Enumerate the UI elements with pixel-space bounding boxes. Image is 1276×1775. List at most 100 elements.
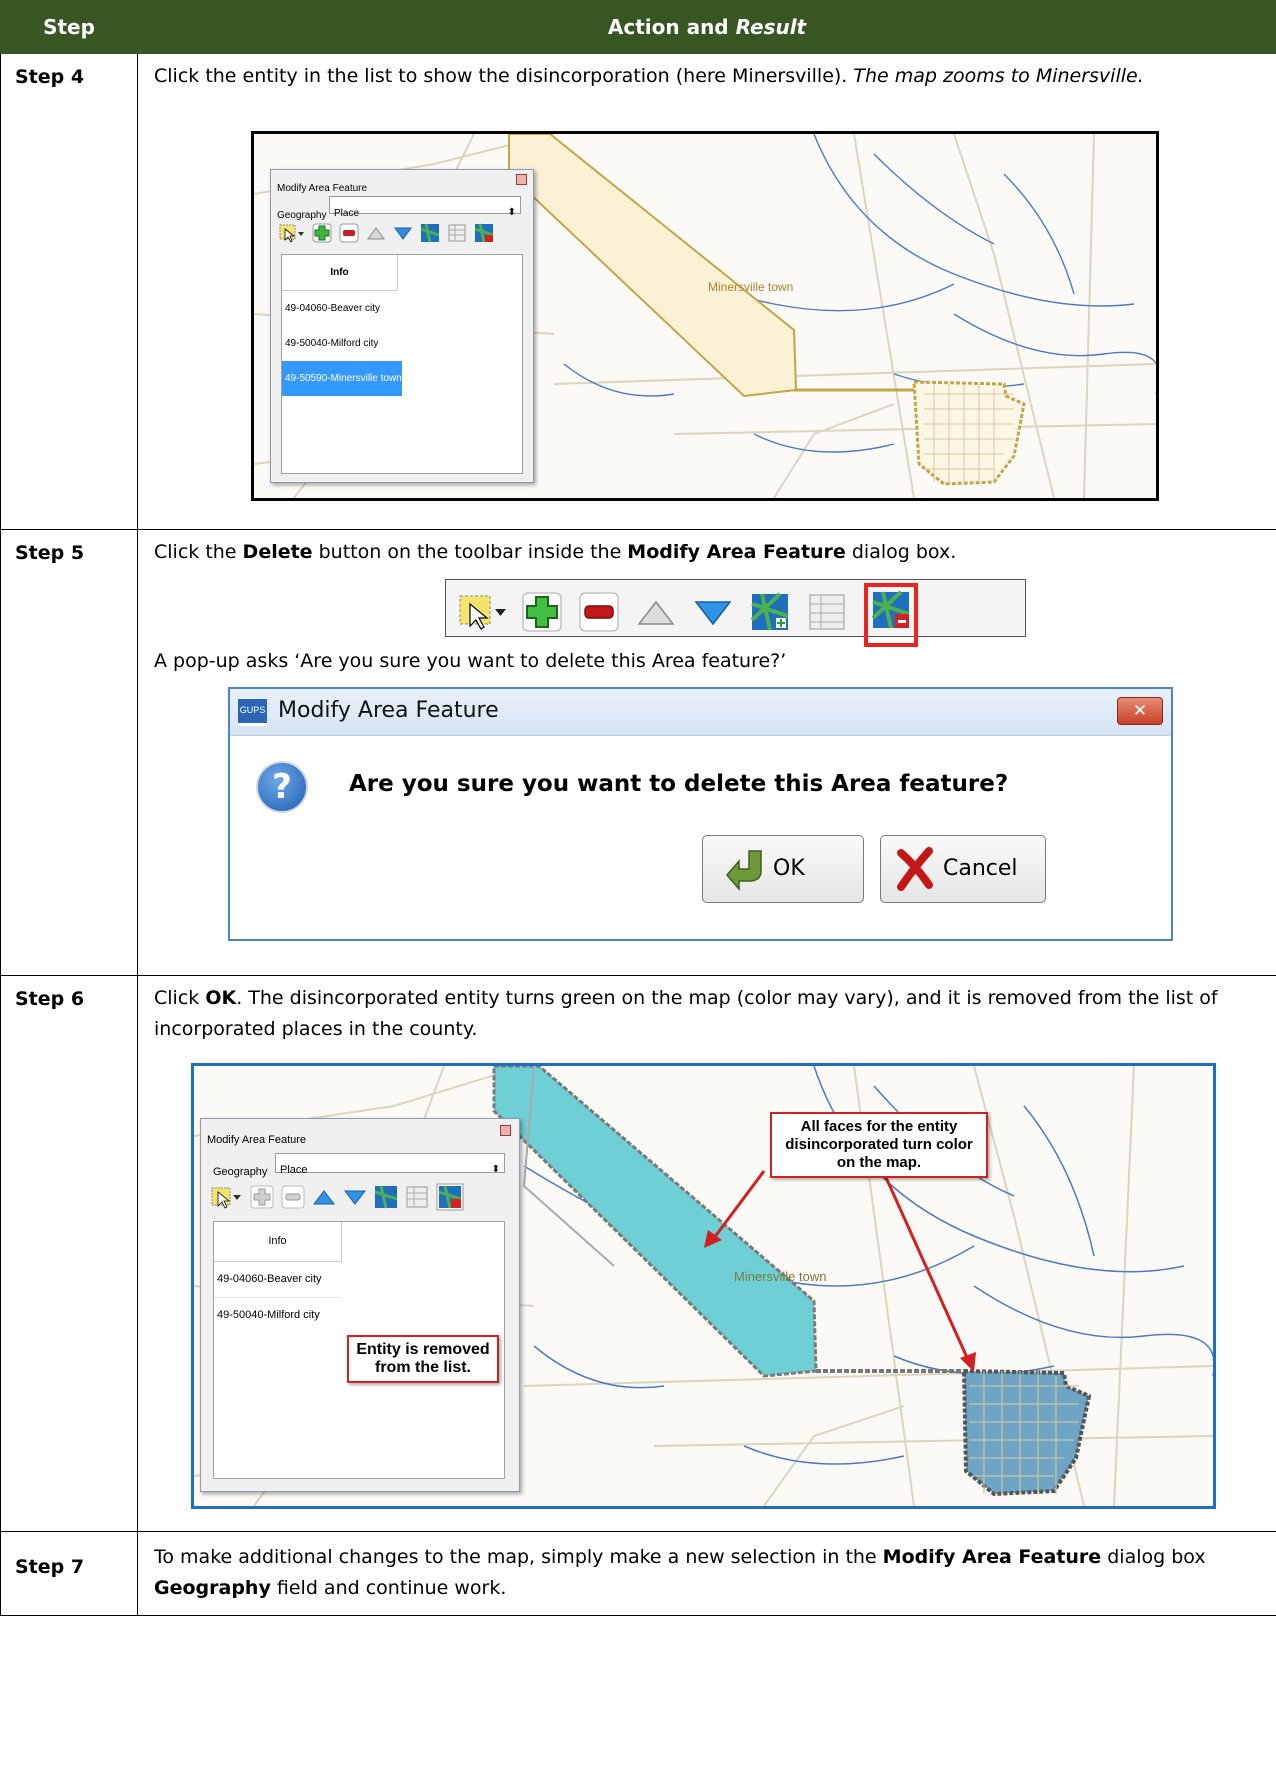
step-text-plain: dialog box.	[845, 541, 957, 563]
select-tool-icon[interactable]	[458, 592, 508, 642]
add-icon[interactable]	[250, 1185, 274, 1219]
map-place-label: Minersville town	[734, 1269, 827, 1284]
step-text-plain: Click	[154, 987, 206, 1009]
geography-select[interactable]: Place ⬍	[275, 1153, 505, 1176]
cancel-button[interactable]: Cancel	[880, 835, 1046, 903]
step-text-bold: Modify Area Feature	[627, 541, 846, 563]
step-text: Click the entity in the list to show the…	[154, 61, 1214, 131]
delete-area-icon[interactable]	[436, 1183, 464, 1221]
step-row-7: Step 7 To make additional changes to the…	[0, 1531, 1276, 1616]
list-item-selected[interactable]: 49-50590-Minersville town	[282, 361, 402, 396]
step-label: Step 4	[0, 53, 138, 530]
popup-intro-text: A pop-up asks ‘Are you sure you want to …	[154, 650, 787, 672]
geography-value: Place	[334, 208, 360, 219]
geography-select[interactable]: Place ⬍	[329, 196, 521, 219]
table-icon[interactable]	[807, 592, 847, 642]
popup-title: Modify Area Feature	[278, 698, 499, 723]
remove-icon[interactable]	[579, 592, 619, 642]
header-result-text: Result	[735, 15, 807, 39]
dialog-toolbar	[279, 222, 501, 253]
callout-removed: Entity is removed from the list.	[347, 1335, 499, 1383]
list-header-info: Info	[282, 255, 398, 291]
add-icon[interactable]	[312, 222, 332, 253]
callout-faces: All faces for the entity disincorporated…	[770, 1112, 988, 1178]
step-text: Click the Delete button on the toolbar i…	[154, 537, 1260, 568]
step-label: Step 7	[0, 1531, 138, 1616]
table-header-row: Step Action and Result	[0, 0, 1276, 54]
list-header-info: Info	[214, 1222, 342, 1262]
ok-arrow-icon	[726, 850, 762, 891]
step-row-5: Step 5 Click the Delete button on the to…	[0, 529, 1276, 976]
callout-arrow-town	[882, 1172, 971, 1363]
step-text-bold: Modify Area Feature	[882, 1546, 1102, 1568]
popup-question: Are you sure you want to delete this Are…	[349, 771, 1009, 797]
disincorporated-place-polygon[interactable]	[492, 1066, 818, 1378]
map-screenshot-after: Minersville town All faces for the entit…	[191, 1063, 1216, 1509]
close-icon[interactable]	[516, 174, 527, 185]
list-item[interactable]: 49-50040-Milford city	[282, 326, 522, 361]
remove-icon[interactable]	[339, 222, 359, 253]
move-down-icon[interactable]	[693, 592, 733, 642]
move-up-icon[interactable]	[636, 592, 676, 642]
step-text: To make additional changes to the map, s…	[154, 1542, 1234, 1604]
select-arrows-icon: ⬍	[507, 207, 516, 218]
procedure-table: Step Action and Result Step 4 Click the …	[0, 0, 1276, 1616]
minersville-place-polygon[interactable]	[508, 134, 798, 398]
modify-area-feature-dialog: Modify Area Feature Geography Place ⬍ In…	[270, 169, 534, 483]
popup-close-button[interactable]: ✕	[1117, 697, 1163, 725]
step-text: Click OK. The disincorporated entity tur…	[154, 983, 1244, 1053]
move-up-icon[interactable]	[312, 1185, 336, 1219]
toolbar-zoom	[445, 579, 1026, 647]
modify-area-feature-dialog: Modify Area Feature Geography Place ⬍ In…	[200, 1118, 520, 1492]
step-text-plain: To make additional changes to the map, s…	[154, 1546, 883, 1568]
list-item[interactable]: 49-04060-Beaver city	[214, 1262, 341, 1298]
step-text-plain: . The disincorporated entity turns green…	[154, 987, 1218, 1040]
confirm-popup: GUPS Modify Area Feature ✕ ? Are you sur…	[228, 687, 1173, 941]
step-action: To make additional changes to the map, s…	[137, 1531, 1276, 1616]
close-icon[interactable]	[500, 1125, 511, 1136]
ok-button[interactable]: OK	[702, 835, 864, 903]
add-face-icon[interactable]	[374, 1185, 398, 1219]
move-up-icon[interactable]	[366, 222, 386, 253]
close-icon: ✕	[1132, 701, 1148, 721]
move-down-icon[interactable]	[393, 222, 413, 253]
step-text-bold: OK	[205, 987, 237, 1009]
geography-value: Place	[280, 1164, 308, 1176]
step-label: Step 6	[0, 975, 138, 1532]
move-down-icon[interactable]	[343, 1185, 367, 1219]
step-text-bold: Delete	[242, 541, 313, 563]
popup-titlebar: GUPS Modify Area Feature ✕	[230, 689, 1171, 736]
question-icon: ?	[256, 761, 308, 813]
add-face-icon[interactable]	[420, 222, 440, 253]
delete-area-icon	[871, 590, 910, 629]
list-item[interactable]: 49-04060-Beaver city	[282, 291, 522, 326]
list-item[interactable]: 49-50040-Milford city	[214, 1298, 341, 1333]
remove-icon[interactable]	[281, 1185, 305, 1219]
entity-list: Info 49-04060-Beaver city 49-50040-Milfo…	[281, 254, 523, 474]
step-action: Click OK. The disincorporated entity tur…	[137, 975, 1276, 1532]
cancel-x-icon	[897, 847, 933, 891]
select-tool-icon[interactable]	[211, 1185, 243, 1219]
step-text-plain: field and continue work.	[270, 1577, 507, 1599]
step-text-bold: Geography	[154, 1577, 271, 1599]
gups-badge: GUPS	[238, 699, 267, 726]
table-icon[interactable]	[405, 1185, 429, 1219]
step-text-italic: The map zooms to Minersville.	[853, 65, 1144, 87]
toolbar-zoom-icons	[458, 583, 918, 647]
map-place-label: Minersville town	[708, 280, 794, 294]
delete-area-button[interactable]	[864, 583, 918, 647]
add-face-icon[interactable]	[750, 592, 790, 642]
callout-arrow-faces	[712, 1170, 766, 1239]
step-text-plain: Click the entity in the list to show the…	[154, 65, 854, 87]
select-tool-icon[interactable]	[279, 222, 305, 253]
step-action: Click the entity in the list to show the…	[137, 53, 1276, 530]
dialog-toolbar	[211, 1183, 471, 1221]
table-icon[interactable]	[447, 222, 467, 253]
cancel-label: Cancel	[943, 856, 1018, 881]
delete-area-icon[interactable]	[474, 222, 494, 253]
add-icon[interactable]	[522, 592, 562, 642]
dialog-title: Modify Area Feature	[207, 1134, 307, 1146]
header-action-text: Action and	[607, 15, 736, 39]
step-text-plain: dialog box	[1101, 1546, 1206, 1568]
step-label: Step 5	[0, 529, 138, 976]
